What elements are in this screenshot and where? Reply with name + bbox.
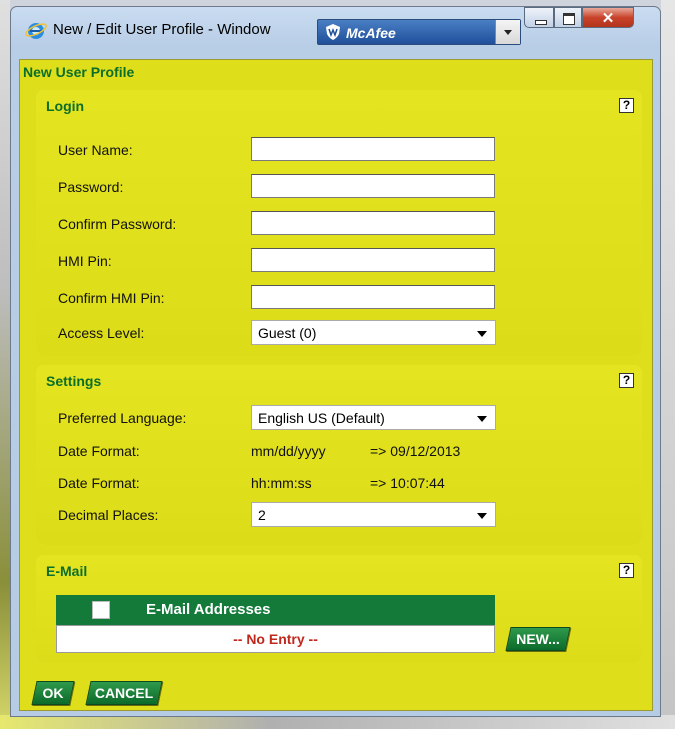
- background-left: [0, 0, 10, 729]
- user-name-input[interactable]: [251, 137, 495, 161]
- settings-help-icon[interactable]: ?: [619, 373, 634, 388]
- title-bar[interactable]: New / Edit User Profile - Window McAfee …: [11, 7, 660, 53]
- preferred-language-label: Preferred Language:: [58, 410, 187, 426]
- minimize-button[interactable]: [524, 7, 554, 28]
- hmi-pin-label: HMI Pin:: [58, 253, 112, 269]
- password-label: Password:: [58, 179, 124, 195]
- page-title: New User Profile: [23, 64, 135, 80]
- chevron-down-icon: [477, 331, 487, 337]
- login-help-icon[interactable]: ?: [619, 98, 634, 113]
- dialog-content: New User Profile Login ? User Name: Pass…: [19, 59, 653, 711]
- confirm-password-label: Confirm Password:: [58, 216, 177, 232]
- settings-panel: Settings ? Preferred Language: English U…: [36, 365, 642, 545]
- new-email-button-label: NEW...: [516, 631, 560, 647]
- mcafee-toolbar[interactable]: McAfee: [317, 19, 521, 45]
- ok-button-label: OK: [42, 685, 64, 701]
- chevron-down-icon: [477, 513, 487, 519]
- mcafee-label: McAfee: [346, 25, 396, 41]
- confirm-password-input[interactable]: [251, 211, 495, 235]
- confirm-hmi-pin-input[interactable]: [251, 285, 495, 309]
- dialog-window: New / Edit User Profile - Window McAfee …: [10, 6, 661, 717]
- email-table: E-Mail Addresses -- No Entry --: [56, 595, 495, 653]
- date-format-value: mm/dd/yyyy: [251, 443, 326, 459]
- time-format-example: => 10:07:44: [370, 475, 445, 491]
- email-panel: E-Mail ? E-Mail Addresses -- No Entry --…: [36, 555, 642, 663]
- email-column-header: E-Mail Addresses: [146, 601, 271, 618]
- decimal-places-value: 2: [258, 507, 266, 523]
- background-bottom: [0, 715, 675, 729]
- chevron-down-icon: [477, 416, 487, 422]
- preferred-language-value: English US (Default): [258, 410, 385, 426]
- login-section-title: Login: [46, 98, 85, 114]
- ok-button[interactable]: OK: [31, 681, 75, 705]
- login-panel: Login ? User Name: Password: Confirm Pas…: [36, 90, 642, 356]
- preferred-language-select[interactable]: English US (Default): [251, 405, 496, 430]
- access-level-select[interactable]: Guest (0): [251, 320, 496, 345]
- date-format-label: Date Format:: [58, 443, 140, 459]
- email-help-icon[interactable]: ?: [619, 563, 634, 578]
- decimal-places-select[interactable]: 2: [251, 502, 496, 527]
- cancel-button[interactable]: CANCEL: [85, 681, 163, 705]
- background-right: [661, 0, 675, 729]
- empty-entry-text: -- No Entry --: [233, 631, 318, 647]
- date-format-example: => 09/12/2013: [370, 443, 461, 459]
- table-row: -- No Entry --: [56, 625, 495, 653]
- new-email-button[interactable]: NEW...: [505, 627, 571, 651]
- user-name-label: User Name:: [58, 142, 133, 158]
- time-format-label: Date Format:: [58, 475, 140, 491]
- access-level-value: Guest (0): [258, 325, 317, 341]
- confirm-hmi-pin-label: Confirm HMI Pin:: [58, 290, 165, 306]
- mcafee-dropdown-button[interactable]: [495, 20, 520, 44]
- decimal-places-label: Decimal Places:: [58, 507, 159, 523]
- email-section-title: E-Mail: [46, 563, 88, 579]
- settings-section-title: Settings: [46, 373, 102, 389]
- maximize-button[interactable]: [554, 7, 582, 28]
- internet-explorer-icon: [25, 23, 47, 39]
- cancel-button-label: CANCEL: [94, 685, 154, 701]
- window-controls: ✕: [524, 7, 650, 29]
- access-level-label: Access Level:: [58, 325, 145, 341]
- email-table-header: E-Mail Addresses: [56, 595, 495, 625]
- time-format-value: hh:mm:ss: [251, 475, 312, 491]
- hmi-pin-input[interactable]: [251, 248, 495, 272]
- select-all-checkbox[interactable]: [92, 601, 110, 619]
- mcafee-shield-icon: [326, 24, 340, 40]
- window-title: New / Edit User Profile - Window: [53, 21, 271, 38]
- close-icon: ✕: [601, 10, 615, 27]
- close-button[interactable]: ✕: [582, 7, 634, 28]
- password-input[interactable]: [251, 174, 495, 198]
